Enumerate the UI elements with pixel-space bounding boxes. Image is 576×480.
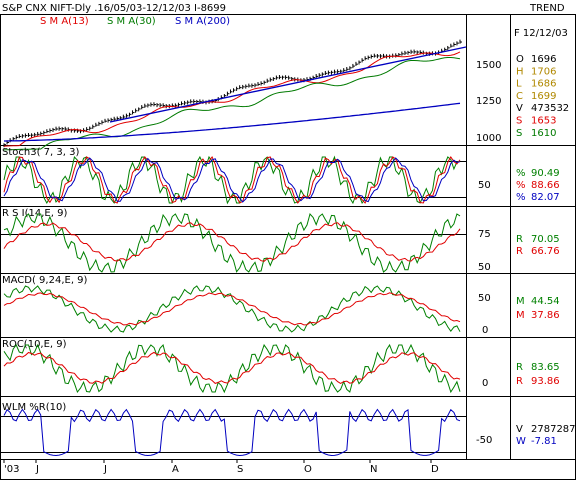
rsi-tick-75: 75 (478, 229, 491, 240)
price-readout-key: C (516, 91, 523, 102)
rsi-readout-value: 66.76 (531, 246, 560, 257)
x-axis-label: J (35, 464, 39, 475)
rsi-tick-50: 50 (478, 262, 491, 273)
price-readout-key: L (516, 79, 522, 90)
price-readout-value: 1706 (531, 66, 556, 77)
stoch-tick-50: 50 (478, 180, 491, 191)
stoch-label: Stoch3( 7, 3, 3) (2, 147, 79, 158)
technical-chart: S&P CNX NIFT-Dly .16/05/03-12/12/03 I-86… (0, 0, 576, 480)
roc-readout-value: 83.65 (531, 362, 560, 373)
sma30-label: S M A(30) (107, 16, 156, 27)
rsi-readout: R 70.05 R 66.76 (516, 234, 560, 257)
price-readout-value: 1653 (531, 116, 556, 127)
wlm-label: WLM %R(10) (2, 402, 66, 413)
price-readout-key: H (516, 66, 524, 77)
macd-label: MACD( 9,24,E, 9) (2, 275, 88, 286)
price-readout-key: S (516, 128, 522, 139)
stoch-readout-value: 82.07 (531, 192, 560, 203)
chart-title: S&P CNX NIFT-Dly .16/05/03-12/12/03 I-86… (2, 3, 226, 14)
macd-tick-50: 50 (478, 293, 491, 304)
roc-readout-key: R (516, 376, 523, 387)
stoch-readout-key: % (516, 192, 526, 203)
rsi-readout-key: R (516, 234, 523, 245)
stoch-readout-value: 88.66 (531, 180, 560, 191)
price-tick-1500: 1500 (476, 60, 501, 71)
wlm-readout-key: V (516, 424, 523, 435)
price-tick-1250: 1250 (476, 96, 501, 107)
x-axis-label: N (370, 464, 377, 475)
price-tick-1000: 1000 (476, 133, 501, 144)
price-readout-value: 1610 (531, 128, 556, 139)
trend-label: TREND (529, 3, 565, 14)
price-date: F 12/12/03 (514, 28, 568, 39)
price-readout-key: S (516, 116, 522, 127)
x-axis-label: J (103, 464, 107, 475)
macd-readout-key: M (516, 310, 525, 321)
wlm-readout-key: W (516, 436, 526, 447)
price-readout-value: 1699 (531, 91, 556, 102)
roc-readout-key: R (516, 362, 523, 373)
stoch-readout-key: % (516, 168, 526, 179)
sma200-label: S M A(200) (175, 16, 230, 27)
x-axis-label: A (172, 464, 179, 475)
price-readout-key: V (516, 103, 523, 114)
stoch-readout-value: 90.49 (531, 168, 560, 179)
roc-readout-value: 93.86 (531, 376, 560, 387)
macd-readout-value: 44.54 (531, 296, 560, 307)
rsi-readout-value: 70.05 (531, 234, 560, 245)
x-axis-label: D (431, 464, 439, 475)
x-axis-label: '03 (4, 464, 19, 475)
x-axis-label: O (304, 464, 312, 475)
wlm-readout-value: -7.81 (531, 436, 557, 447)
sma13-label: S M A(13) (40, 16, 89, 27)
stoch-readout-key: % (516, 180, 526, 191)
price-readout-key: O (516, 54, 524, 65)
rsi-label: R S I(14,E, 9) (2, 208, 67, 219)
wlm-tick-minus50: -50 (476, 435, 492, 446)
x-axis-label: S (237, 464, 243, 475)
wlm-readout-value: 27872876 (531, 424, 576, 435)
macd-tick-0: 0 (482, 325, 488, 336)
roc-label: ROC(10,E, 9) (2, 339, 67, 350)
macd-readout-value: 37.86 (531, 310, 560, 321)
stoch-readout: % 90.49% 88.66% 82.07 (516, 168, 560, 203)
price-readout-value: 1686 (531, 79, 556, 90)
price-readout-value: 473532 (531, 103, 569, 114)
rsi-readout-key: R (516, 246, 523, 257)
roc-tick-0: 0 (482, 378, 488, 389)
macd-readout-key: M (516, 296, 525, 307)
price-readout-value: 1696 (531, 54, 556, 65)
